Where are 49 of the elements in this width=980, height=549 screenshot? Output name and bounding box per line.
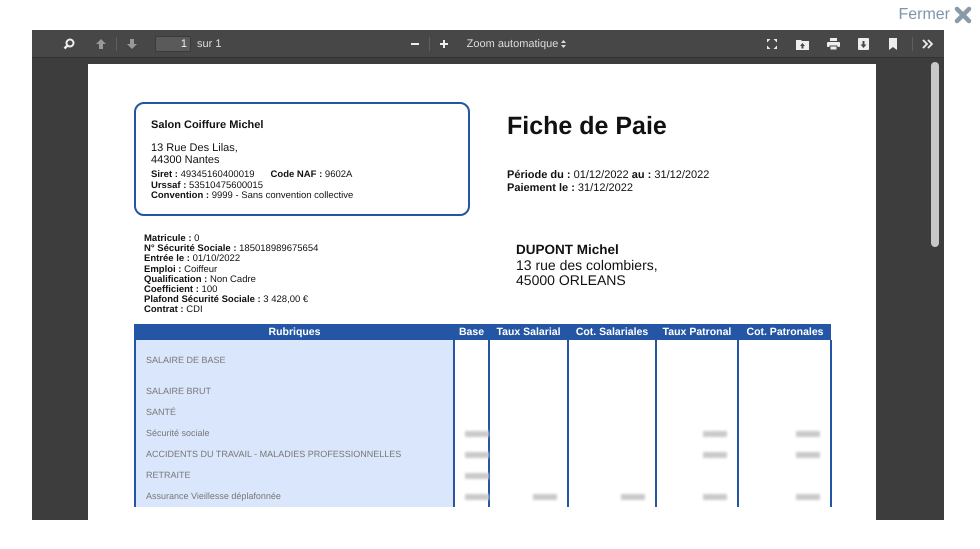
company-address: 13 Rue Des Lilas, 44300 Nantes — [151, 142, 239, 166]
document-title: Fiche de Paie — [507, 112, 668, 141]
row-label: SALAIRE DE BASE — [135, 340, 454, 381]
employee-detail: Contrat : CDI — [144, 305, 203, 316]
employee-detail: Qualification : Non Cadre — [144, 274, 256, 285]
plus-icon — [438, 38, 449, 48]
row-label: SALAIRE BRUT — [135, 380, 454, 402]
column-header: Taux Patronal — [656, 324, 738, 340]
row-label: Sécurité sociale — [135, 422, 454, 444]
company-detail: Convention : 9999 - Sans convention collective — [151, 191, 354, 202]
column-header: Cot. Salariales — [568, 324, 656, 340]
row-label: Assurance Vieillesse déplafonnée — [135, 486, 454, 507]
column-header: Rubriques — [135, 324, 454, 340]
close-button[interactable]: Fermer — [898, 6, 972, 24]
employee-detail: Plafond Sécurité Sociale : 3 428,00 € — [144, 295, 308, 306]
row-label: RETRAITE — [135, 464, 454, 486]
double-chevron-icon — [922, 38, 933, 48]
close-icon — [954, 6, 972, 24]
download-icon — [858, 38, 869, 50]
employee-detail: Matricule : 0 — [144, 234, 200, 244]
employee-detail: N° Sécurité Sociale : 185018989675654 — [144, 244, 318, 254]
row-label: SANTÉ — [135, 402, 454, 423]
pay-period: Période du : 01/12/2022 au : 31/12/2022 — [507, 169, 710, 182]
search-icon — [63, 38, 75, 50]
employee-name: DUPONT Michel — [516, 242, 620, 258]
company-detail: Urssaf : 53510475600015 — [151, 180, 263, 191]
zoom-dropdown[interactable]: Zoom automatique — [464, 34, 570, 52]
column-header: Base — [454, 324, 489, 340]
employee-detail: Emploi : Coiffeur — [144, 264, 218, 275]
arrow-down-icon — [126, 38, 138, 50]
folder-icon — [796, 38, 809, 50]
arrow-up-icon — [95, 38, 107, 50]
company-name: Salon Coiffure Michel — [151, 119, 264, 131]
row-label: ACCIDENTS DU TRAVAIL - MALADIES PROFESSIONNELLES — [135, 444, 454, 465]
scrollbar-thumb[interactable] — [931, 62, 939, 247]
page-number-field[interactable]: 1 — [155, 36, 191, 52]
company-detail: Code NAF : 9602A — [270, 170, 352, 180]
fullscreen-icon — [766, 38, 778, 50]
printer-icon — [827, 38, 840, 50]
column-header: Cot. Patronales — [738, 324, 831, 340]
employee-address: 13 rue des colombiers, 45000 ORLEANS — [516, 258, 658, 288]
bookmark-icon — [889, 38, 897, 50]
company-detail: Siret : 49345160400019 — [151, 170, 255, 180]
employee-detail: Coefficient : 100 — [144, 285, 218, 296]
payment-date: Paiement le : 31/12/2022 — [507, 182, 633, 195]
column-header: Taux Salarial — [489, 324, 568, 340]
page-count: sur 1 — [197, 38, 222, 50]
up-down-caret-icon — [561, 40, 566, 48]
employee-detail: Entrée le : 01/10/2022 — [144, 254, 240, 265]
